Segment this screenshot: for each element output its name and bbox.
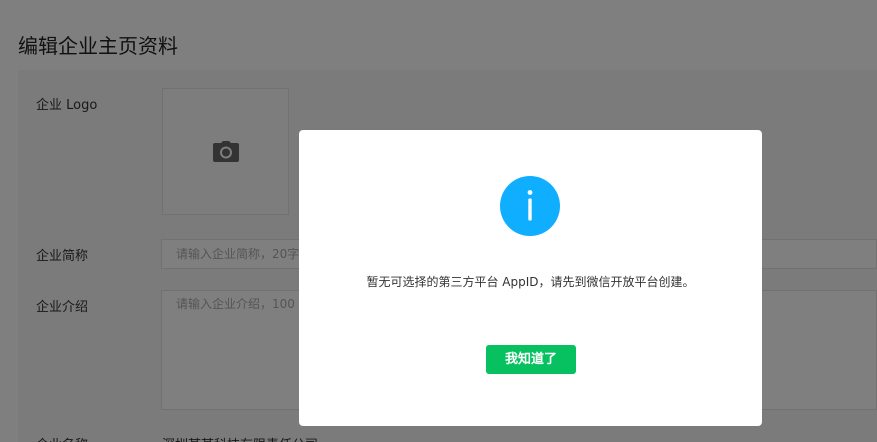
info-dialog: 暂无可选择的第三方平台 AppID，请先到微信开放平台创建。 我知道了 [299, 130, 762, 426]
info-icon [500, 176, 560, 236]
dialog-message: 暂无可选择的第三方平台 AppID，请先到微信开放平台创建。 [366, 275, 695, 289]
acknowledge-button[interactable]: 我知道了 [486, 345, 576, 374]
